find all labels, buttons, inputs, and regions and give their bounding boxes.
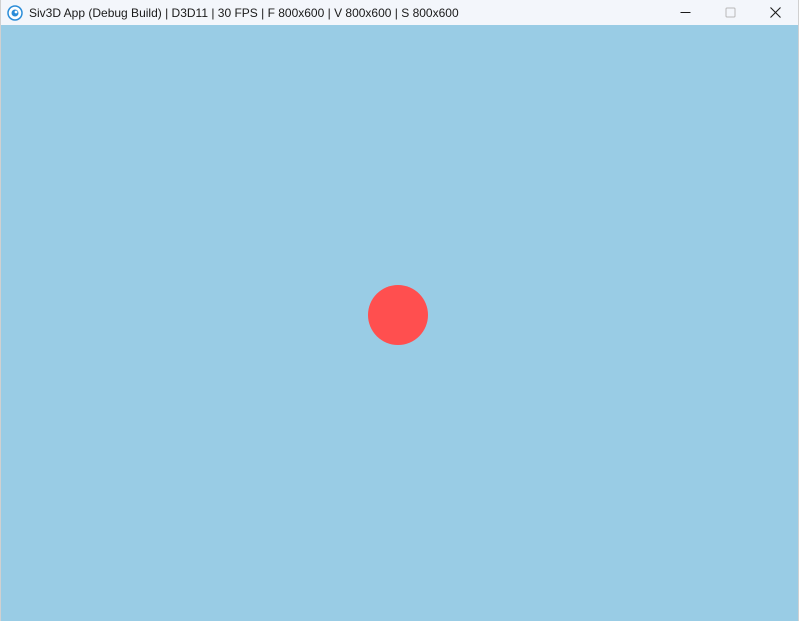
window-controls <box>663 0 798 25</box>
window-title: Siv3D App (Debug Build) | D3D11 | 30 FPS… <box>29 5 459 20</box>
scene-canvas[interactable] <box>1 25 798 621</box>
close-icon <box>770 7 781 18</box>
maximize-button[interactable] <box>708 0 753 25</box>
red-circle <box>368 285 428 345</box>
app-window: Siv3D App (Debug Build) | D3D11 | 30 FPS… <box>0 0 799 621</box>
minimize-button[interactable] <box>663 0 708 25</box>
siv3d-app-icon <box>7 4 23 21</box>
close-button[interactable] <box>753 0 798 25</box>
minimize-icon <box>680 7 691 18</box>
title-bar[interactable]: Siv3D App (Debug Build) | D3D11 | 30 FPS… <box>1 0 798 25</box>
maximize-icon <box>725 7 736 18</box>
